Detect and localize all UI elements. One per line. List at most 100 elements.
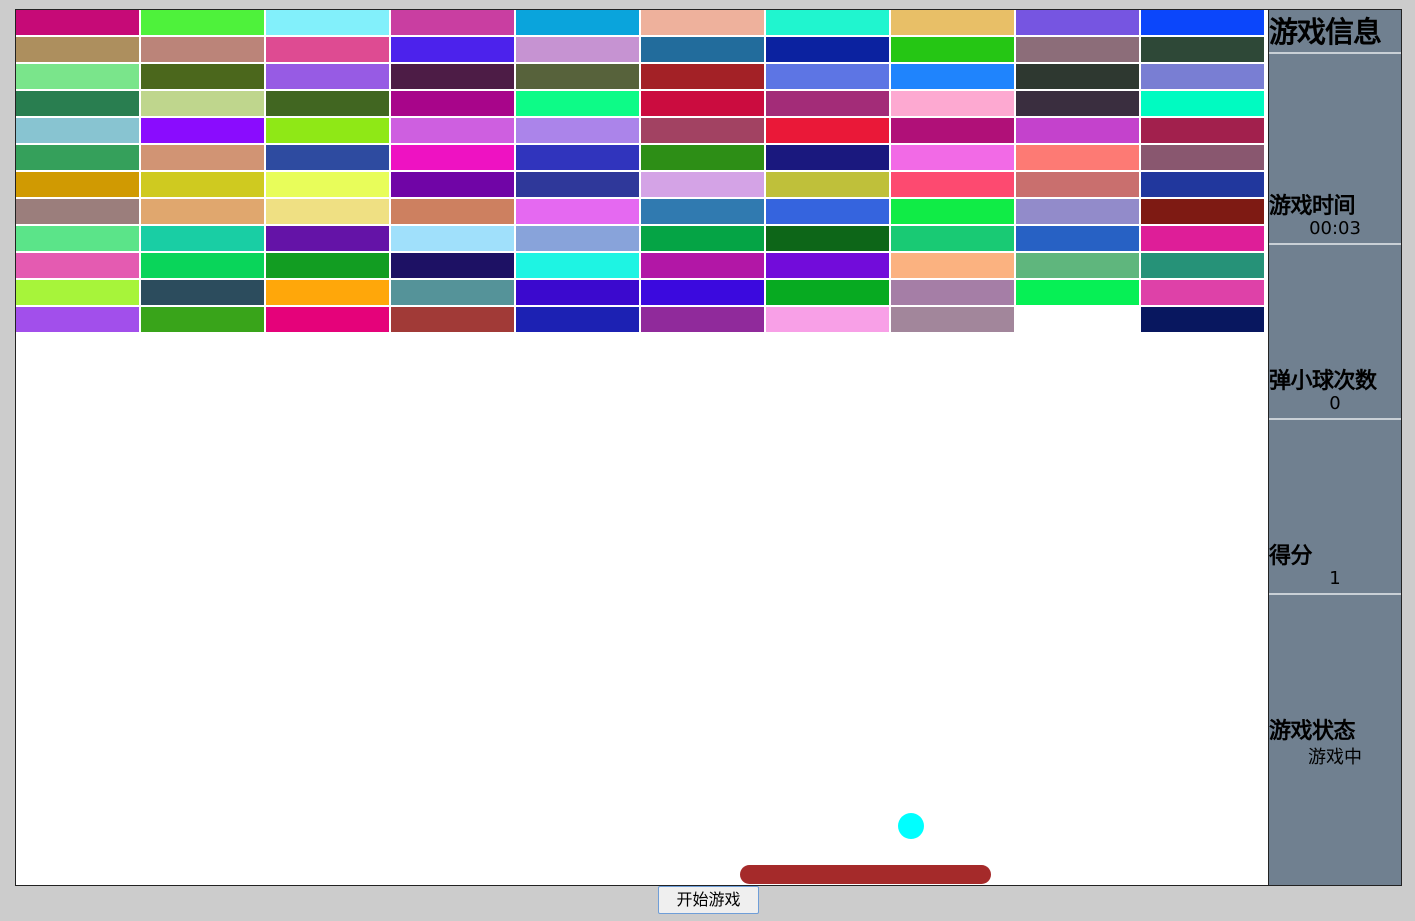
brick [391, 118, 514, 143]
brick [766, 91, 889, 116]
brick [1016, 145, 1139, 170]
brick [266, 10, 389, 35]
brick [1141, 118, 1264, 143]
game-area[interactable] [15, 9, 1268, 886]
brick [16, 64, 139, 89]
brick [1141, 226, 1264, 251]
brick [641, 280, 764, 305]
brick [891, 226, 1014, 251]
brick [766, 64, 889, 89]
brick [266, 145, 389, 170]
brick [1141, 145, 1264, 170]
brick [766, 199, 889, 224]
brick [891, 91, 1014, 116]
brick [141, 226, 264, 251]
brick [266, 172, 389, 197]
brick [516, 253, 639, 278]
brick [641, 253, 764, 278]
brick [391, 280, 514, 305]
brick [141, 199, 264, 224]
brick [391, 253, 514, 278]
brick [516, 307, 639, 332]
brick [516, 64, 639, 89]
brick [16, 280, 139, 305]
brick [1016, 172, 1139, 197]
brick [141, 307, 264, 332]
bounce-count-label: 弹小球次数 [1269, 369, 1377, 394]
start-game-button[interactable]: 开始游戏 [658, 886, 759, 914]
score-label: 得分 [1269, 544, 1313, 569]
brick [891, 280, 1014, 305]
brick [641, 118, 764, 143]
brick [766, 226, 889, 251]
brick [391, 10, 514, 35]
brick [266, 307, 389, 332]
brick [16, 307, 139, 332]
divider [1269, 243, 1401, 245]
brick [1141, 91, 1264, 116]
brick [391, 37, 514, 62]
brick [1141, 199, 1264, 224]
brick [1141, 37, 1264, 62]
score-value: 1 [1329, 568, 1341, 589]
brick [141, 91, 264, 116]
brick [141, 37, 264, 62]
brick [266, 226, 389, 251]
divider [1269, 593, 1401, 595]
brick [16, 172, 139, 197]
brick [516, 226, 639, 251]
brick [1141, 307, 1264, 332]
brick [891, 199, 1014, 224]
brick [16, 145, 139, 170]
paddle[interactable] [740, 865, 991, 884]
divider [1269, 418, 1401, 420]
brick [766, 10, 889, 35]
brick [641, 307, 764, 332]
brick [391, 199, 514, 224]
brick [391, 172, 514, 197]
brick [766, 172, 889, 197]
brick [766, 280, 889, 305]
brick [516, 280, 639, 305]
brick [266, 253, 389, 278]
brick [391, 226, 514, 251]
brick [891, 307, 1014, 332]
divider [1269, 52, 1401, 54]
brick [1016, 199, 1139, 224]
brick [641, 64, 764, 89]
brick [1016, 118, 1139, 143]
brick [891, 145, 1014, 170]
brick [641, 91, 764, 116]
brick [16, 226, 139, 251]
brick [16, 37, 139, 62]
brick [766, 253, 889, 278]
brick [516, 10, 639, 35]
brick [1141, 172, 1264, 197]
brick [1016, 253, 1139, 278]
brick [266, 64, 389, 89]
brick [1141, 253, 1264, 278]
brick [891, 64, 1014, 89]
brick [641, 145, 764, 170]
brick [16, 118, 139, 143]
brick [641, 199, 764, 224]
brick [516, 172, 639, 197]
brick [1016, 64, 1139, 89]
ball [898, 813, 924, 839]
brick [891, 253, 1014, 278]
brick [141, 64, 264, 89]
brick [1141, 10, 1264, 35]
brick [766, 118, 889, 143]
brick [641, 10, 764, 35]
brick [266, 37, 389, 62]
brick [16, 10, 139, 35]
brick [641, 226, 764, 251]
game-time-label: 游戏时间 [1269, 194, 1356, 219]
brick [266, 280, 389, 305]
brick [1016, 10, 1139, 35]
brick [641, 172, 764, 197]
brick [891, 37, 1014, 62]
bounce-count-value: 0 [1329, 393, 1341, 414]
brick [16, 199, 139, 224]
brick [391, 64, 514, 89]
